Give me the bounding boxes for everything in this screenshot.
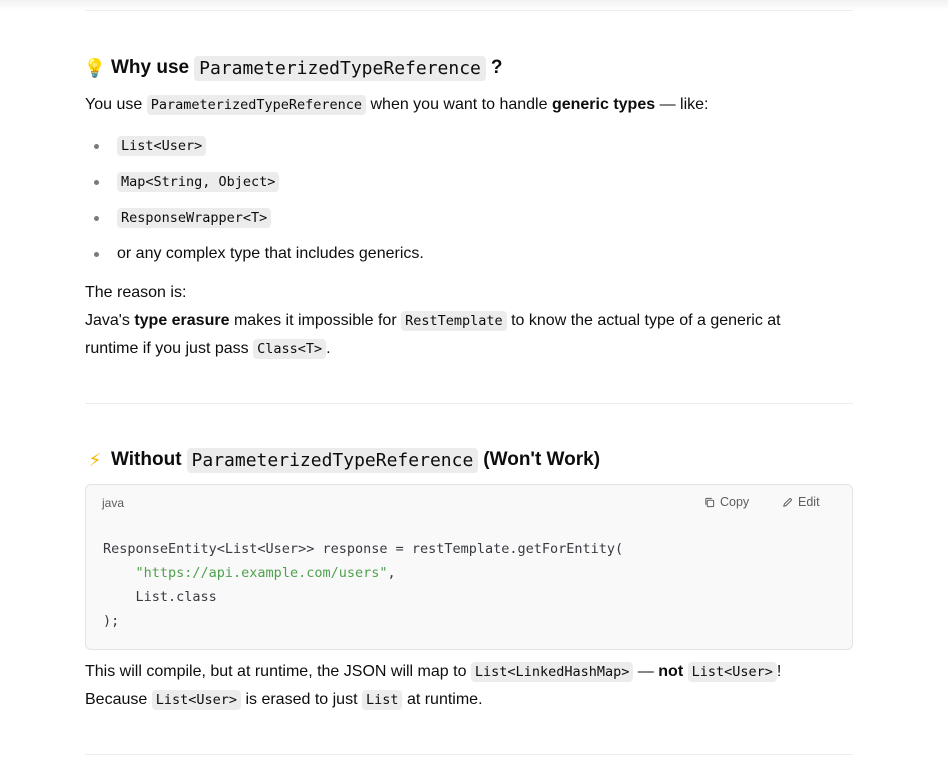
lightbulb-icon: 💡 (83, 57, 107, 78)
code-line: List.class (103, 589, 217, 605)
bold-text: generic types (551, 96, 656, 113)
list-item: or any complex type that includes generi… (85, 236, 424, 272)
edit-label: Edit (798, 495, 820, 509)
inline-code: Class<T> (253, 339, 327, 359)
lightning-icon: ⚡ (88, 449, 102, 470)
reason-paragraph-line1: Java's type erasure makes it impossible … (85, 307, 781, 335)
code-block: java Copy Edit ResponseEntity<List<User>… (85, 484, 853, 650)
bold-text: type erasure (134, 312, 230, 329)
inline-code: ParameterizedTypeReference (146, 95, 367, 115)
list-item: ResponseWrapper<T> (85, 200, 424, 236)
inline-code: List<User> (687, 662, 777, 682)
text: to know the actual type of a generic at (511, 312, 781, 329)
text: . (326, 340, 331, 357)
text: You use (85, 96, 143, 113)
inline-code: List<User> (151, 690, 241, 710)
bold-text: not (658, 663, 684, 680)
text: — like: (659, 96, 709, 113)
inline-code: List (361, 690, 403, 710)
code-punct: , (387, 565, 396, 581)
chat-response-page: 💡 Why use ParameterizedTypeReference ? Y… (0, 0, 948, 764)
inline-code: Map<String, Object> (117, 172, 280, 192)
text: — (637, 663, 654, 680)
code-content: ResponseEntity<List<User>> response = re… (103, 537, 623, 633)
inline-code: List<User> (117, 136, 207, 156)
pencil-icon (783, 497, 792, 507)
copy-icon (705, 497, 715, 507)
list-item: List<User> (85, 128, 424, 164)
code-language-label: java (102, 496, 125, 510)
section-heading-why-use: 💡 Why use ParameterizedTypeReference ? (83, 54, 503, 82)
divider-middle (85, 403, 853, 404)
list-item-text: or any complex type that includes generi… (117, 245, 424, 262)
text: at runtime. (406, 691, 483, 708)
code-line: ); (103, 613, 120, 629)
heading-text: Without (111, 449, 182, 470)
section-heading-without: ⚡ Without ParameterizedTypeReference (Wo… (85, 446, 600, 474)
inline-code: ResponseWrapper<T> (117, 208, 272, 228)
explain-paragraph-line2: Because List<User> is erased to just Lis… (85, 686, 483, 714)
generic-types-list: List<User> Map<String, Object> ResponseW… (85, 128, 424, 272)
code-string: "https://api.example.com/users" (135, 565, 388, 581)
intro-paragraph: You use ParameterizedTypeReference when … (85, 91, 708, 119)
text: Because (85, 691, 148, 708)
copy-button[interactable]: Copy (704, 495, 749, 509)
top-shadow (0, 0, 948, 10)
edit-button[interactable]: Edit (782, 495, 820, 509)
inline-code: RestTemplate (401, 311, 507, 331)
code-line: "https://api.example.com/users", (103, 561, 623, 585)
heading-text-tail: (Won't Work) (483, 449, 601, 470)
inline-code: List<LinkedHashMap> (470, 662, 634, 682)
text: ! (776, 663, 782, 680)
heading-code: ParameterizedTypeReference (186, 447, 479, 473)
heading-code: ParameterizedTypeReference (194, 55, 486, 81)
reason-paragraph-line2: runtime if you just pass Class<T>. (85, 335, 331, 363)
heading-text-tail: ? (490, 57, 503, 78)
divider-top (85, 10, 853, 11)
divider-bottom (85, 754, 853, 755)
text: when you want to handle (370, 96, 548, 113)
text: is erased to just (245, 691, 358, 708)
copy-label: Copy (720, 495, 750, 509)
code-line: ResponseEntity<List<User>> response = re… (103, 541, 624, 557)
list-item: Map<String, Object> (85, 164, 424, 200)
text: Java's (85, 312, 130, 329)
text: runtime if you just pass (85, 340, 249, 357)
text: makes it impossible for (233, 312, 397, 329)
text: This will compile, but at runtime, the J… (85, 663, 467, 680)
heading-text: Why use (111, 57, 190, 78)
explain-paragraph-line1: This will compile, but at runtime, the J… (85, 658, 781, 686)
reason-label: The reason is: (85, 284, 187, 301)
